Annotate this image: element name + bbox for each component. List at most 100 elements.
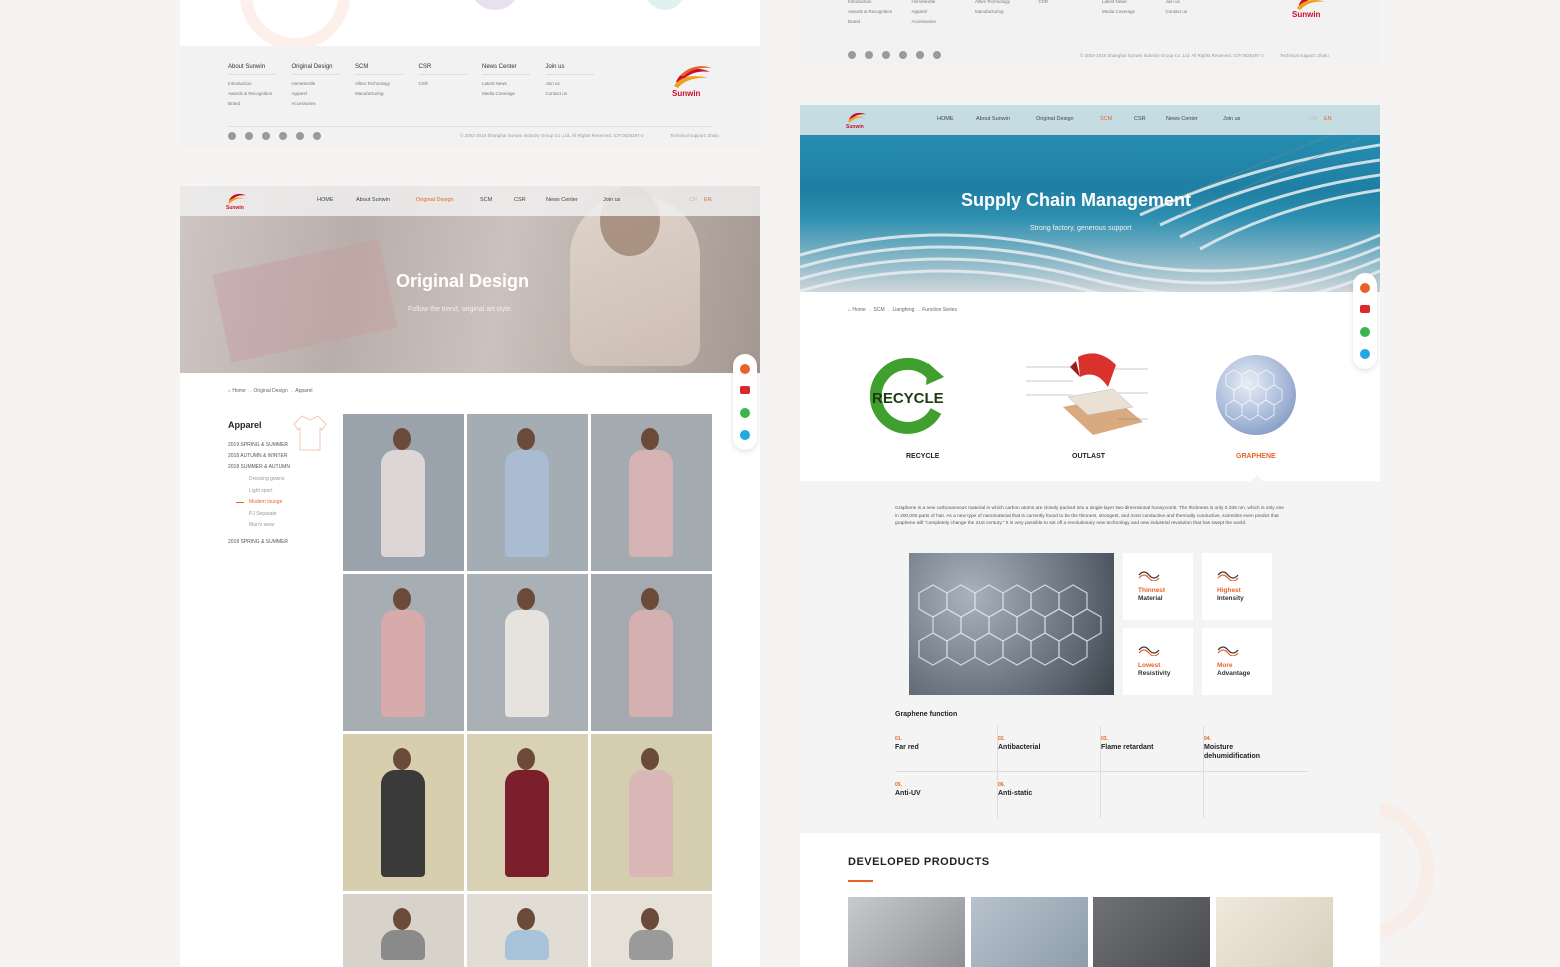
instagram-icon[interactable] xyxy=(279,132,287,140)
footer-link[interactable]: Latest News xyxy=(1102,0,1135,4)
sidebar-item[interactable]: 2019 SPRING & SUMMER xyxy=(228,442,288,448)
lang-en[interactable]: EN xyxy=(1324,116,1332,122)
phone-icon[interactable] xyxy=(740,364,750,374)
footer-link[interactable]: Hometextile xyxy=(912,0,936,4)
footer-link[interactable]: Media Coverage xyxy=(1102,9,1135,14)
mail-icon[interactable] xyxy=(740,386,750,394)
nav-item-join-us[interactable]: Join us xyxy=(603,197,620,203)
product-photo[interactable] xyxy=(591,414,712,571)
breadcrumb-sub[interactable]: Liangfeng xyxy=(892,307,914,313)
product-photo[interactable] xyxy=(467,734,588,891)
footer-link[interactable]: Introduction xyxy=(848,0,892,4)
sidebar-item[interactable]: 2018 AUTUMN & WINTER xyxy=(228,453,287,459)
feature-label-outlast[interactable]: OUTLAST xyxy=(1072,453,1105,460)
nav-item-scm[interactable]: SCM xyxy=(480,197,492,203)
nav-logo[interactable]: Sunwin xyxy=(226,191,256,213)
nav-item-csr[interactable]: CSR xyxy=(514,197,526,203)
breadcrumb-section[interactable]: SCM xyxy=(874,307,885,313)
lang-en[interactable]: EN xyxy=(704,197,712,203)
breadcrumb-home[interactable]: Home xyxy=(852,307,865,313)
nav-item-scm[interactable]: SCM xyxy=(1100,116,1112,122)
developed-product-image[interactable] xyxy=(848,897,965,967)
sidebar-subitem[interactable]: PJ Separate xyxy=(249,511,277,517)
sidebar-item[interactable]: 2018 SPRING & SUMMER xyxy=(228,539,288,545)
product-photo[interactable] xyxy=(343,414,464,571)
nav-item-original-design[interactable]: Original Design xyxy=(416,197,454,203)
breadcrumb-home[interactable]: Home xyxy=(232,388,245,394)
footer-link[interactable]: Alltex Technology xyxy=(355,81,403,86)
nav-item-about-sunwin[interactable]: About Sunwin xyxy=(976,116,1010,122)
qq-icon[interactable] xyxy=(313,132,321,140)
footer-column-heading[interactable]: Join us xyxy=(545,64,594,75)
footer-link[interactable]: Brand xyxy=(228,101,276,106)
footer-link[interactable]: Manufacturing xyxy=(975,9,1010,14)
sidebar-subitem[interactable]: Dressing gowns xyxy=(249,476,285,482)
wechat-icon[interactable] xyxy=(296,132,304,140)
lang-cn[interactable]: CN xyxy=(1309,116,1317,122)
facebook-icon[interactable] xyxy=(882,51,890,59)
footer-link[interactable]: Hometextile xyxy=(292,81,340,86)
back-to-top-icon[interactable] xyxy=(740,430,750,440)
lang-cn[interactable]: CN xyxy=(689,197,697,203)
footer-link[interactable]: Awards & Recognition xyxy=(848,9,892,14)
product-photo[interactable] xyxy=(343,894,464,967)
product-photo[interactable] xyxy=(467,894,588,967)
footer-column-heading[interactable]: About Sunwin xyxy=(228,64,276,75)
footer-link[interactable]: Join us xyxy=(1166,0,1188,4)
nav-logo[interactable]: Sunwin xyxy=(846,110,876,132)
developed-product-image[interactable] xyxy=(1215,897,1333,967)
footer-column-heading[interactable]: News Center xyxy=(482,64,530,75)
footer-link[interactable]: Manufacturing xyxy=(355,91,403,96)
nav-item-home[interactable]: HOME xyxy=(317,197,334,203)
footer-link[interactable]: Awards & Recognition xyxy=(228,91,276,96)
wechat-icon[interactable] xyxy=(740,408,750,418)
footer-logo[interactable]: Sunwin xyxy=(670,64,720,100)
nav-item-about-sunwin[interactable]: About Sunwin xyxy=(356,197,390,203)
wechat-icon[interactable] xyxy=(916,51,924,59)
mail-icon[interactable] xyxy=(1360,305,1370,313)
footer-link[interactable]: Accessories xyxy=(912,19,936,24)
footer-column-heading[interactable]: Original Design xyxy=(291,64,340,75)
product-photo[interactable] xyxy=(467,414,588,571)
product-photo[interactable] xyxy=(467,574,588,731)
instagram-icon[interactable] xyxy=(899,51,907,59)
feature-label-graphene[interactable]: GRAPHENE xyxy=(1236,453,1276,460)
sidebar-subitem[interactable]: Man's wear xyxy=(249,522,274,528)
nav-item-news-center[interactable]: News Center xyxy=(546,197,578,203)
footer-link[interactable]: Alltex Technology xyxy=(975,0,1010,4)
phone-icon[interactable] xyxy=(1360,283,1370,293)
footer-link[interactable]: Media Coverage xyxy=(482,91,530,96)
footer-link[interactable]: CSR xyxy=(419,81,467,86)
footer-link[interactable]: Contact us xyxy=(546,91,594,96)
nav-item-join-us[interactable]: Join us xyxy=(1223,116,1240,122)
sidebar-item[interactable]: 2018 SUMMER & AUTUMN xyxy=(228,464,290,470)
sidebar-subitem[interactable]: Light sport xyxy=(249,488,272,494)
wechat-icon[interactable] xyxy=(1360,327,1370,337)
product-photo[interactable] xyxy=(343,574,464,731)
product-photo[interactable] xyxy=(591,574,712,731)
facebook-icon[interactable] xyxy=(262,132,270,140)
footer-link[interactable]: Brand xyxy=(848,19,892,24)
twitter-icon[interactable] xyxy=(228,132,236,140)
footer-link[interactable]: Join us xyxy=(546,81,594,86)
product-photo[interactable] xyxy=(343,734,464,891)
nav-item-news-center[interactable]: News Center xyxy=(1166,116,1198,122)
sidebar-subitem[interactable]: Modern lounge xyxy=(249,499,282,505)
footer-link[interactable]: Introduction xyxy=(228,81,276,86)
weibo-icon[interactable] xyxy=(865,51,873,59)
footer-link[interactable]: Contact us xyxy=(1166,9,1188,14)
footer-link[interactable]: CSR xyxy=(1039,0,1049,4)
back-to-top-icon[interactable] xyxy=(1360,349,1370,359)
footer-link[interactable]: Latest News xyxy=(482,81,530,86)
feature-graphene[interactable] xyxy=(1216,355,1296,435)
feature-label-recycle[interactable]: RECYCLE xyxy=(906,453,939,460)
footer-column-heading[interactable]: SCM xyxy=(355,64,403,75)
feature-outlast[interactable] xyxy=(1018,347,1158,437)
product-photo[interactable] xyxy=(591,734,712,891)
footer-logo[interactable]: Sunwin xyxy=(1290,0,1340,20)
nav-item-home[interactable]: HOME xyxy=(937,116,954,122)
footer-link[interactable]: Apparel xyxy=(292,91,340,96)
nav-item-csr[interactable]: CSR xyxy=(1134,116,1146,122)
feature-recycle[interactable]: RECYCLE xyxy=(869,355,950,435)
twitter-icon[interactable] xyxy=(848,51,856,59)
